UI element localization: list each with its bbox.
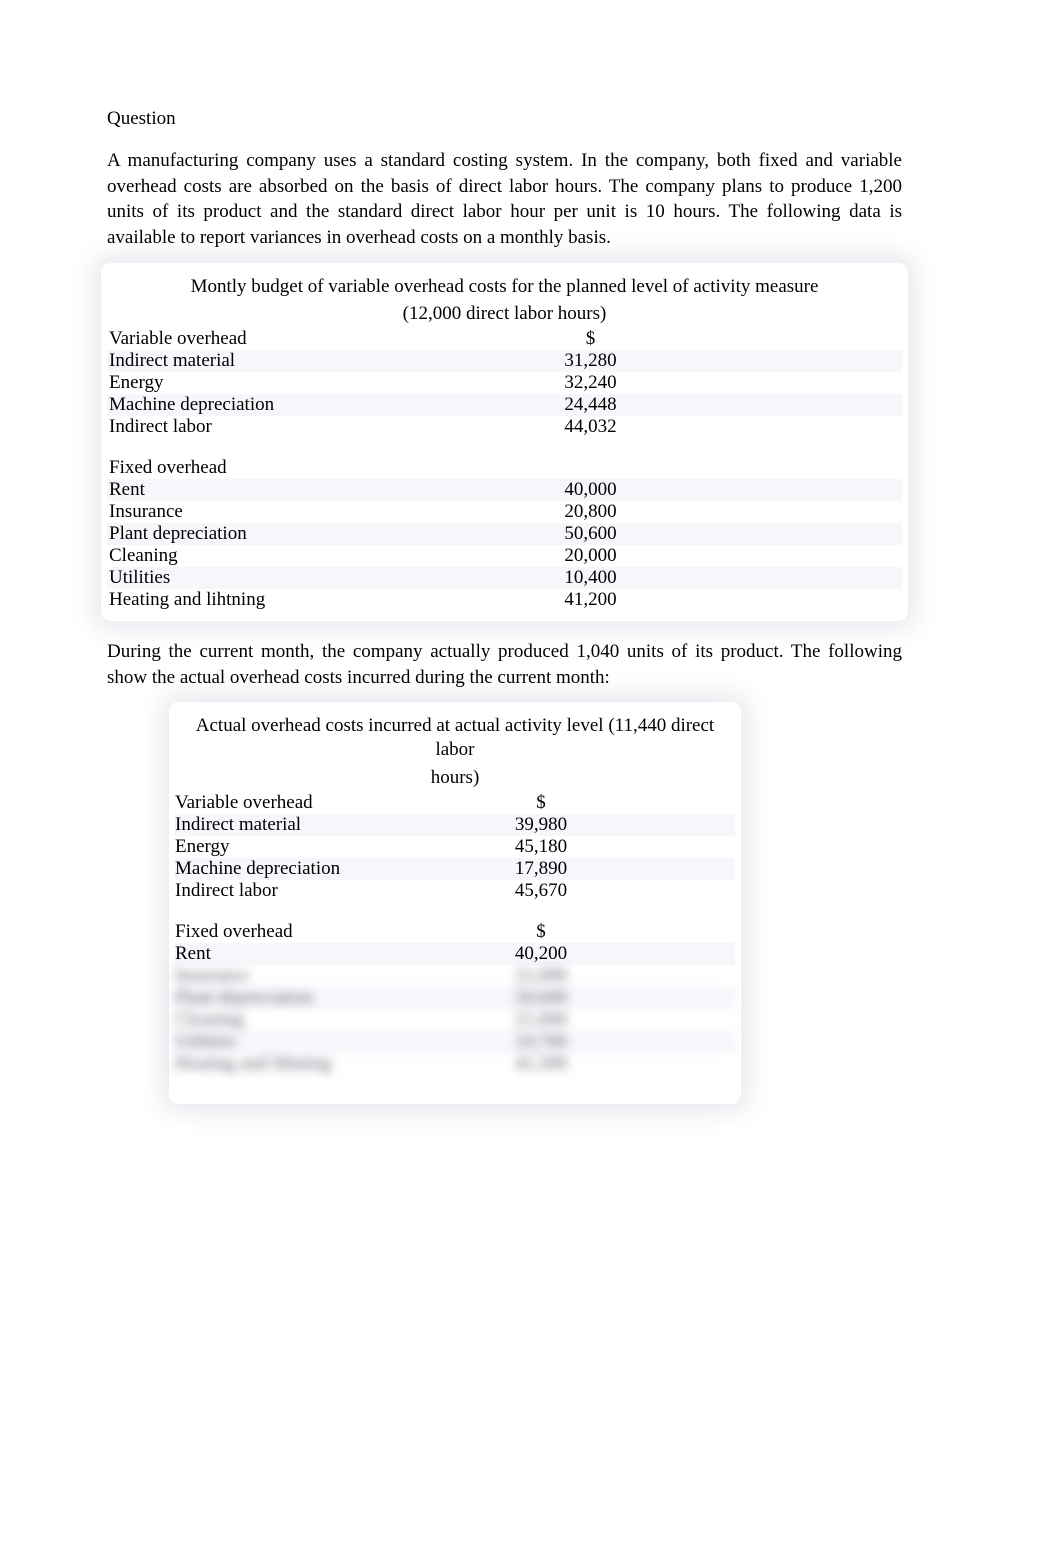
- spacer-row: [107, 438, 902, 457]
- row-value: 40,200: [347, 943, 735, 965]
- row-value: 10,400: [279, 567, 902, 589]
- row-label: Indirect labor: [175, 880, 347, 902]
- middle-paragraph: During the current month, the company ac…: [107, 639, 902, 690]
- row-value: 24,448: [279, 394, 902, 416]
- row-value: 44,032: [279, 416, 902, 438]
- blurred-content: Insurance 21,000 Plant depreciation 50,6…: [175, 965, 735, 1075]
- currency-symbol: $: [279, 328, 902, 350]
- spacer-row: [175, 1075, 735, 1094]
- table-row: Rent 40,200: [175, 943, 735, 965]
- row-label: Energy: [107, 372, 279, 394]
- table-row: Insurance 21,000: [175, 965, 735, 987]
- currency-symbol: $: [347, 792, 735, 814]
- fixed-overhead-header: Fixed overhead: [107, 457, 279, 479]
- table-row: Heating and lihtning 41,500: [175, 1053, 735, 1075]
- actual-table: Actual overhead costs incurred at actual…: [175, 708, 735, 1097]
- intro-paragraph: A manufacturing company uses a standard …: [107, 148, 902, 251]
- row-label: Heating and lihtning: [175, 1053, 347, 1075]
- row-label: Machine depreciation: [107, 394, 279, 416]
- table-row: Plant depreciation 50,600: [175, 987, 735, 1009]
- table-row: Energy 45,180: [175, 836, 735, 858]
- table-row: Indirect material 39,980: [175, 814, 735, 836]
- spacer-row: [175, 902, 735, 921]
- table-row: Cleaning 21,000: [175, 1009, 735, 1031]
- row-value: 45,670: [347, 880, 735, 902]
- budget-table-caption-1: Montly budget of variable overhead costs…: [107, 273, 902, 301]
- table-row: Indirect labor 44,032: [107, 416, 902, 438]
- row-value: 17,890: [347, 858, 735, 880]
- table-row: Variable overhead $: [175, 792, 735, 814]
- table-row: Indirect labor 45,670: [175, 880, 735, 902]
- table-row: Rent 40,000: [107, 479, 902, 501]
- row-label: Indirect labor: [107, 416, 279, 438]
- row-value: 41,500: [347, 1053, 735, 1075]
- table-row: Fixed overhead: [107, 457, 902, 479]
- row-label: Utilities: [175, 1031, 347, 1053]
- variable-overhead-header: Variable overhead: [107, 328, 279, 350]
- row-value: 31,280: [279, 350, 902, 372]
- row-value: 50,600: [347, 987, 735, 1009]
- row-value: 39,980: [347, 814, 735, 836]
- question-heading: Question: [107, 108, 902, 130]
- row-value: 20,000: [279, 545, 902, 567]
- row-label: Rent: [107, 479, 279, 501]
- fixed-overhead-header: Fixed overhead: [175, 921, 347, 943]
- row-label: Indirect material: [107, 350, 279, 372]
- row-label: Cleaning: [175, 1009, 347, 1031]
- row-label: Indirect material: [175, 814, 347, 836]
- row-label: Plant depreciation: [107, 523, 279, 545]
- row-value: 21,000: [347, 965, 735, 987]
- row-value: 10,700: [347, 1031, 735, 1053]
- budget-table-caption-2: (12,000 direct labor hours): [107, 300, 902, 328]
- table-row: Utilities 10,700: [175, 1031, 735, 1053]
- row-value: 20,800: [279, 501, 902, 523]
- row-value: 40,000: [279, 479, 902, 501]
- table-row: Utilities 10,400: [107, 567, 902, 589]
- variable-overhead-header: Variable overhead: [175, 792, 347, 814]
- table-row: Insurance 20,800: [107, 501, 902, 523]
- actual-table-caption-1: Actual overhead costs incurred at actual…: [175, 712, 735, 764]
- row-label: Machine depreciation: [175, 858, 347, 880]
- table-row: Cleaning 20,000: [107, 545, 902, 567]
- table-row: Variable overhead $: [107, 328, 902, 350]
- table-row: Machine depreciation 24,448: [107, 394, 902, 416]
- table-row: Plant depreciation 50,600: [107, 523, 902, 545]
- budget-table: Montly budget of variable overhead costs…: [107, 269, 902, 616]
- actual-table-caption-2: hours): [175, 764, 735, 792]
- table-row: Fixed overhead $: [175, 921, 735, 943]
- row-value: 32,240: [279, 372, 902, 394]
- table-row: Energy 32,240: [107, 372, 902, 394]
- row-value: 41,200: [279, 589, 902, 611]
- row-label: Cleaning: [107, 545, 279, 567]
- row-label: Rent: [175, 943, 347, 965]
- table-row: Indirect material 31,280: [107, 350, 902, 372]
- row-value: 50,600: [279, 523, 902, 545]
- row-label: Insurance: [107, 501, 279, 523]
- row-label: Energy: [175, 836, 347, 858]
- currency-symbol: $: [347, 921, 735, 943]
- row-value: 45,180: [347, 836, 735, 858]
- row-value: 21,000: [347, 1009, 735, 1031]
- row-label: Insurance: [175, 965, 347, 987]
- table-row: Machine depreciation 17,890: [175, 858, 735, 880]
- table-row: Heating and lihtning 41,200: [107, 589, 902, 611]
- row-label: Heating and lihtning: [107, 589, 279, 611]
- row-label: Utilities: [107, 567, 279, 589]
- row-label: Plant depreciation: [175, 987, 347, 1009]
